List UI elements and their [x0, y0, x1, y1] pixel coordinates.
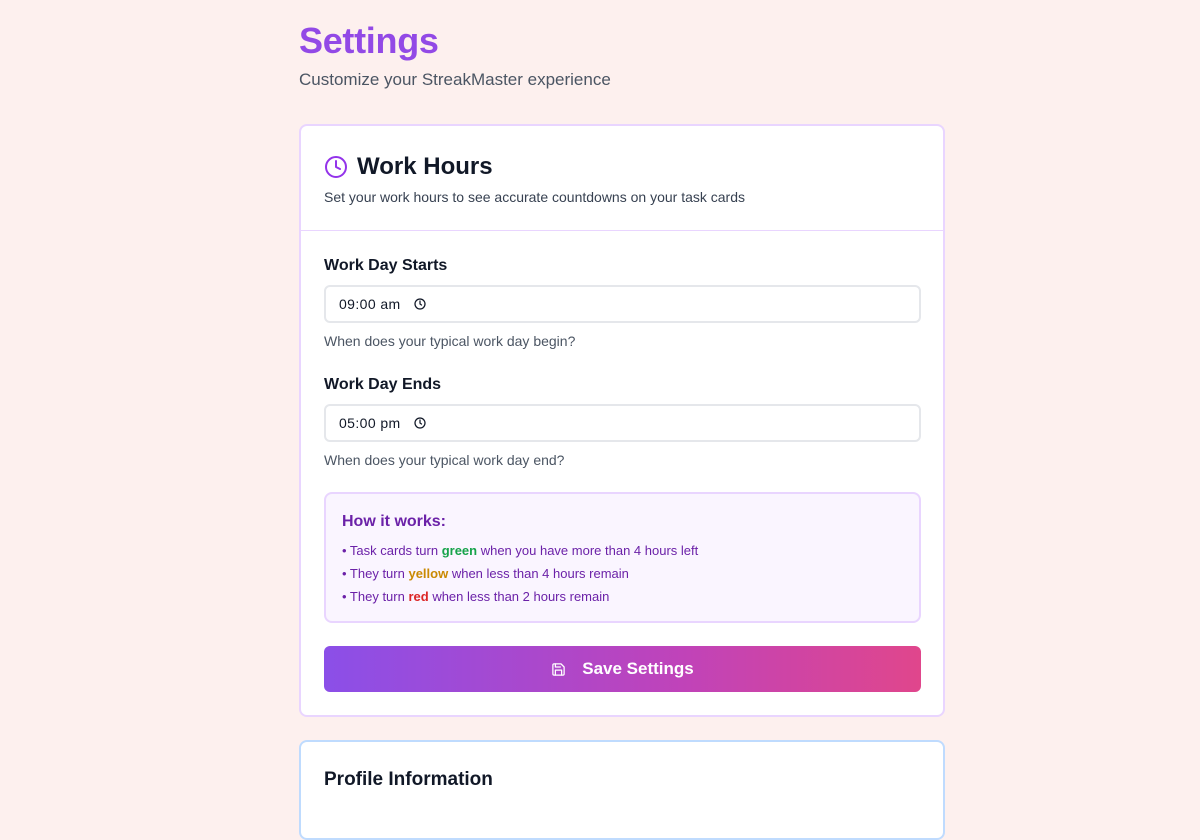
- save-settings-button[interactable]: Save Settings: [324, 646, 921, 692]
- clock-icon: [324, 155, 348, 179]
- work-hours-title-row: Work Hours: [324, 153, 493, 181]
- how-it-works-line: • They turn yellow when less than 4 hour…: [342, 566, 629, 581]
- work-day-ends-input[interactable]: 05:00 pm: [324, 404, 921, 442]
- work-day-starts-input[interactable]: 09:00 am: [324, 285, 921, 323]
- work-hours-header: Work Hours Set your work hours to see ac…: [301, 126, 943, 231]
- work-day-starts-value: 09:00 am: [339, 296, 401, 312]
- how-it-works-line: • Task cards turn green when you have mo…: [342, 543, 699, 558]
- work-day-starts-label: Work Day Starts: [324, 257, 448, 274]
- time-picker-icon[interactable]: [413, 298, 426, 310]
- work-hours-title: Work Hours: [357, 153, 493, 180]
- profile-card: Profile Information: [299, 740, 945, 840]
- work-day-ends-label: Work Day Ends: [324, 376, 442, 393]
- save-icon: [551, 662, 566, 677]
- how-it-works-box: How it works: • Task cards turn green wh…: [324, 492, 921, 623]
- time-picker-icon[interactable]: [413, 417, 426, 429]
- page-subtitle: Customize your StreakMaster experience: [299, 70, 611, 89]
- work-hours-description: Set your work hours to see accurate coun…: [324, 189, 745, 205]
- profile-title: Profile Information: [324, 769, 493, 790]
- page-title: Settings: [299, 20, 439, 61]
- save-settings-label: Save Settings: [582, 659, 694, 678]
- green-highlight: green: [441, 543, 478, 558]
- red-highlight: red: [408, 589, 429, 604]
- how-it-works-line: • They turn red when less than 2 hours r…: [342, 589, 610, 604]
- work-hours-card: Work Hours Set your work hours to see ac…: [299, 124, 945, 717]
- yellow-highlight: yellow: [408, 566, 449, 581]
- how-it-works-title: How it works:: [342, 513, 447, 530]
- work-day-ends-help: When does your typical work day end?: [324, 452, 565, 468]
- work-day-ends-value: 05:00 pm: [339, 415, 401, 431]
- work-day-starts-help: When does your typical work day begin?: [324, 333, 576, 349]
